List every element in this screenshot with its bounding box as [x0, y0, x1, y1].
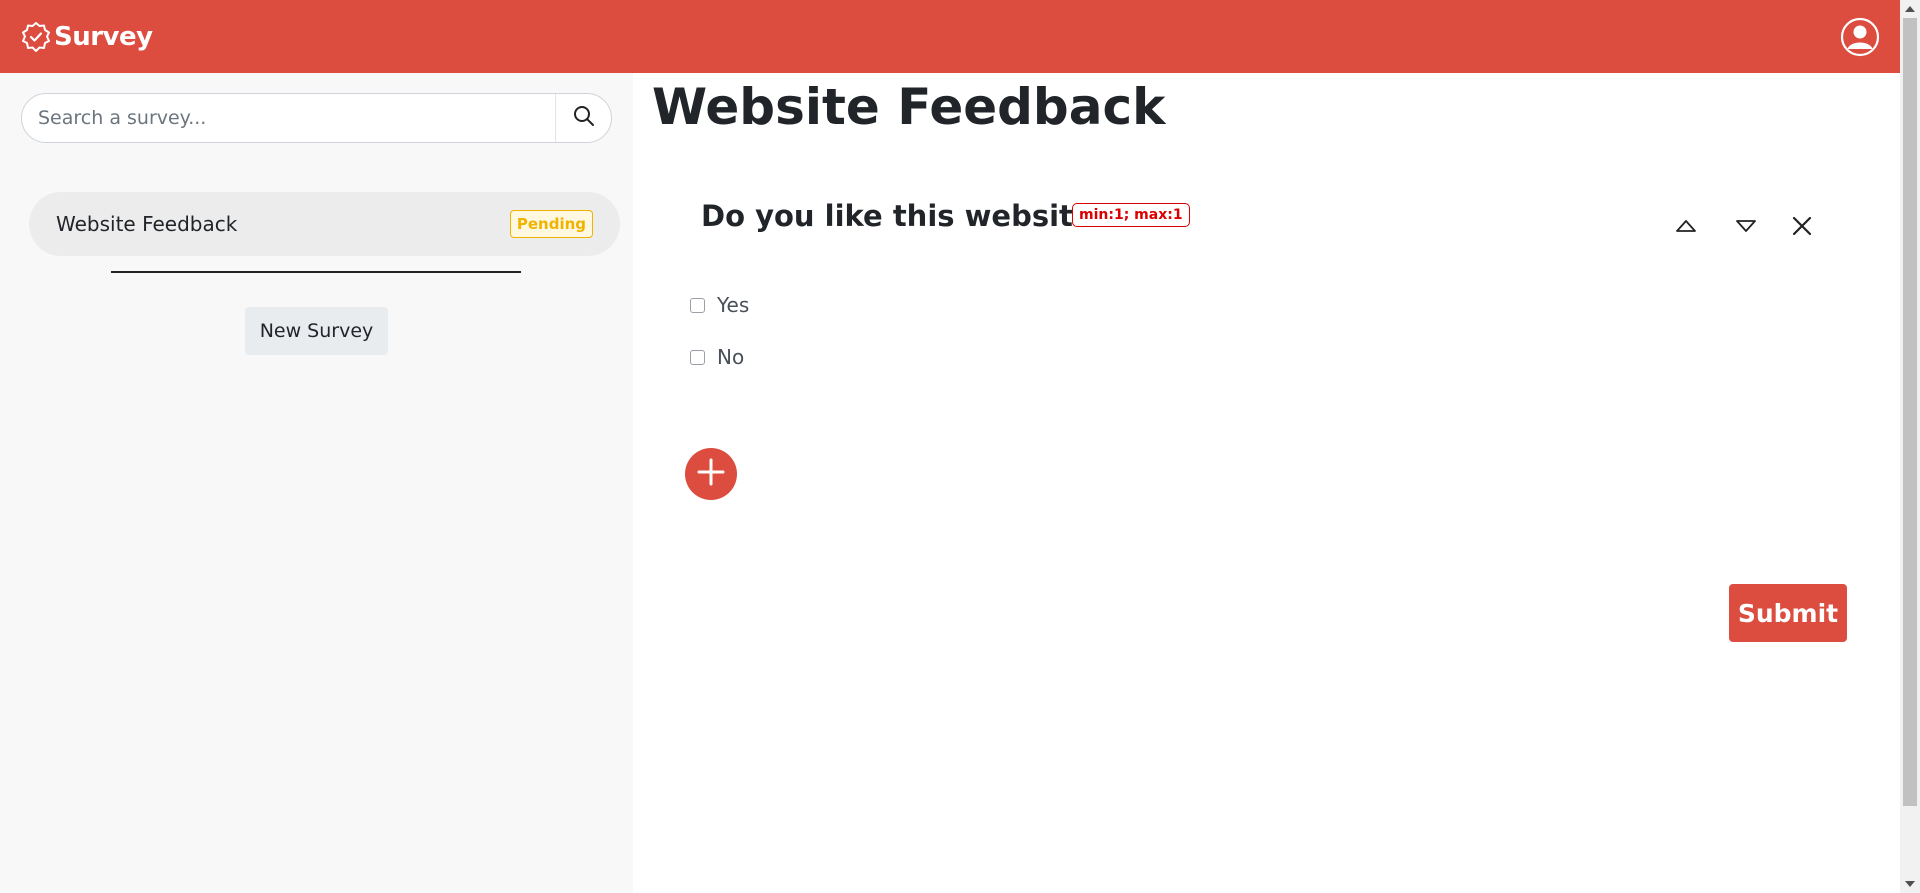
search-input[interactable]: [22, 94, 555, 142]
plus-icon: [696, 457, 726, 491]
add-question-button[interactable]: [685, 448, 737, 500]
brand-name: Survey: [54, 21, 153, 52]
option-label: No: [717, 345, 745, 369]
status-badge: Pending: [509, 210, 593, 238]
search-box: [21, 93, 612, 143]
scroll-down-arrow-icon[interactable]: [1900, 875, 1920, 893]
question-card: Do you like this website? min:1; max:1 Y…: [690, 195, 1830, 395]
top-navbar: Survey: [0, 0, 1900, 73]
search-icon: [573, 105, 595, 131]
page-title: Website Feedback: [652, 78, 1166, 136]
scrollbar-thumb[interactable]: [1903, 18, 1917, 806]
question-title: Do you like this website?: [701, 199, 1110, 233]
close-icon[interactable]: [1788, 212, 1816, 240]
scroll-up-arrow-icon[interactable]: [1900, 0, 1920, 18]
submit-button[interactable]: Submit: [1729, 584, 1847, 642]
sidebar: Website Feedback Pending New Survey: [0, 73, 633, 893]
constraint-badge: min:1; max:1: [1072, 203, 1190, 227]
move-up-icon[interactable]: [1672, 212, 1700, 240]
user-circle-icon[interactable]: [1840, 17, 1880, 57]
option-row: No: [690, 345, 744, 369]
survey-item-label: Website Feedback: [56, 212, 238, 236]
option-checkbox[interactable]: [690, 297, 705, 313]
option-checkbox[interactable]: [690, 349, 705, 365]
brand[interactable]: Survey: [20, 21, 153, 53]
search-button[interactable]: [555, 94, 611, 142]
survey-list-item[interactable]: Website Feedback Pending: [29, 192, 620, 256]
option-label: Yes: [717, 293, 750, 317]
badge-check-icon: [20, 21, 52, 53]
option-row: Yes: [690, 293, 749, 317]
divider: [111, 271, 521, 273]
scrollbar[interactable]: [1900, 0, 1920, 893]
new-survey-button[interactable]: New Survey: [245, 307, 388, 355]
move-down-icon[interactable]: [1732, 212, 1760, 240]
